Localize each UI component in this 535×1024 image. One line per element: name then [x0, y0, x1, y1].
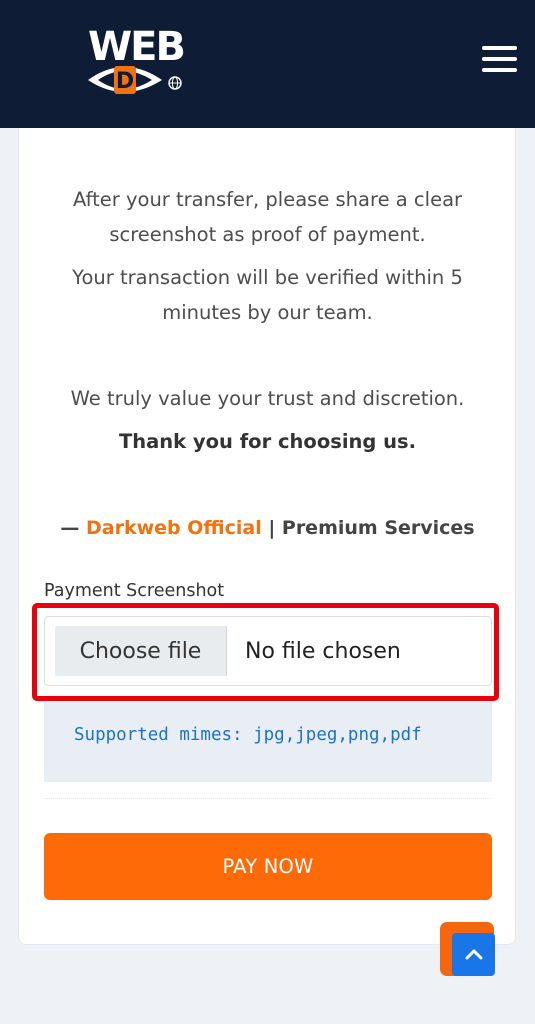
svg-text:D: D: [116, 69, 134, 94]
signature-dash: —: [60, 517, 86, 539]
supported-mimes-text: Supported mimes: jpg,jpeg,png,pdf: [74, 725, 422, 745]
instruction-line-1: After your transfer, please share a clea…: [72, 188, 463, 211]
pay-now-button[interactable]: PAY NOW: [44, 833, 492, 900]
verification-line-2: minutes by our team.: [162, 301, 373, 324]
trust-text: We truly value your trust and discretion…: [70, 387, 465, 410]
signature-tagline: Premium Services: [281, 517, 475, 539]
divider: [44, 798, 492, 800]
site-header: WEB D: [0, 0, 535, 128]
signature-separator: |: [261, 517, 282, 539]
verification-text: Your transaction will be verified within…: [0, 260, 535, 330]
instruction-line-2: screenshot as proof of payment.: [109, 223, 426, 246]
highlight-box: [32, 603, 499, 701]
verification-line-1: Your transaction will be verified within…: [72, 266, 463, 289]
instruction-text: After your transfer, please share a clea…: [0, 182, 535, 252]
scroll-to-top-button[interactable]: [452, 933, 495, 976]
chevron-up-icon: [465, 949, 482, 959]
hamburger-menu-icon[interactable]: [480, 42, 520, 76]
payment-screenshot-label: Payment Screenshot: [44, 581, 225, 601]
brand-name: Darkweb Official: [86, 517, 262, 539]
signature: — Darkweb Official | Premium Services: [0, 511, 535, 545]
supported-mimes-note: Supported mimes: jpg,jpeg,png,pdf: [44, 702, 492, 782]
svg-text:WEB: WEB: [88, 24, 184, 70]
darkweb-logo[interactable]: WEB D: [86, 16, 186, 102]
thank-you-text: Thank you for choosing us.: [118, 430, 417, 453]
